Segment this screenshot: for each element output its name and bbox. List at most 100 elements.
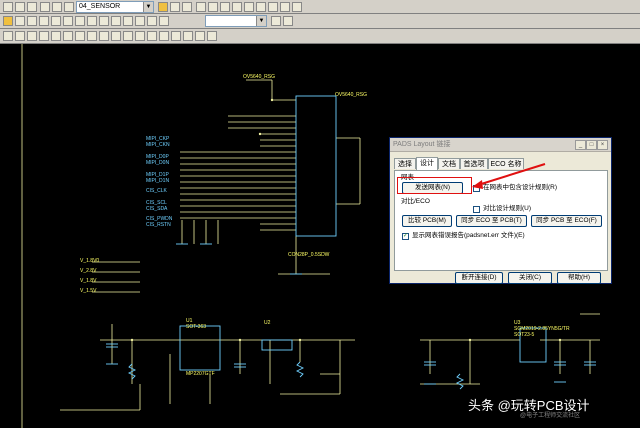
undo-icon[interactable] [170,2,180,12]
layer-combo[interactable]: 04_SENSOR ▼ [76,1,154,13]
tool-icon[interactable] [135,16,145,26]
sync-eco-to-pcb-button[interactable]: 同步 ECO 至 PCB(T) [456,215,527,227]
delete-icon[interactable] [111,16,121,26]
select-icon[interactable] [3,16,13,26]
cut-icon[interactable] [40,2,50,12]
filter-combo[interactable]: ▼ [205,15,267,27]
compare-pcb-button[interactable]: 比较 PCB(M) [402,215,452,227]
copy-icon[interactable] [52,2,62,12]
layer-combo-value: 04_SENSOR [79,3,121,10]
properties-icon[interactable] [123,16,133,26]
paste-icon[interactable] [64,2,74,12]
draw-icon[interactable] [3,31,13,41]
power-label: V_1.8V [80,278,97,284]
tab-eco-names[interactable]: ECO 名称 [488,158,524,169]
compare-group-label: 对比/ECO [401,198,430,205]
power-label: V_1.8V0 [80,258,100,264]
tool-icon[interactable] [256,2,266,12]
find-icon[interactable] [232,2,242,12]
main-toolbar: 04_SENSOR ▼ [0,0,640,14]
zoom-icon[interactable] [196,2,206,12]
tab-preferences[interactable]: 首选项 [460,158,488,169]
component-icon[interactable] [15,16,25,26]
net-label: MIPI_D1N [146,178,170,184]
watermark-sub: @电子工程师交流社区 [520,413,581,419]
tool-icon[interactable] [271,16,281,26]
tool-icon[interactable] [292,2,302,12]
edit-toolbar: ▼ [0,14,640,29]
draw-icon[interactable] [99,31,109,41]
tab-select[interactable]: 选择 [394,158,416,169]
draw-icon[interactable] [15,31,25,41]
include-rules-label: 在网表中包含设计规则(R) [483,184,558,191]
tab-design[interactable]: 设计 [416,157,438,170]
draw-icon[interactable] [159,31,169,41]
ref-label: CON28P_0.5SDW [288,252,330,258]
text-icon[interactable] [99,16,109,26]
tool-icon[interactable] [159,16,169,26]
move-icon[interactable] [27,16,37,26]
draw-icon[interactable] [27,31,37,41]
close-icon[interactable]: × [597,140,608,150]
net-label: CIS_RSTN [146,222,171,228]
net-label: CIS_CLK [146,188,167,194]
select-mode-icon[interactable] [158,2,168,12]
draw-icon[interactable] [75,31,85,41]
draw-icon[interactable] [183,31,193,41]
close-button[interactable]: 关闭(C) [508,272,552,284]
mirror-icon[interactable] [51,16,61,26]
show-errors-checkbox[interactable]: ✓ [402,233,409,240]
chevron-down-icon: ▼ [143,2,153,12]
include-rules-checkbox[interactable] [473,185,480,192]
tool-icon[interactable] [268,2,278,12]
print-icon[interactable] [27,2,37,12]
draw-icon[interactable] [195,31,205,41]
tool-icon[interactable] [280,2,290,12]
draw-icon[interactable] [135,31,145,41]
tab-document[interactable]: 文档 [438,158,460,169]
maximize-icon[interactable]: □ [586,140,597,150]
draw-icon[interactable] [51,31,61,41]
minimize-icon[interactable]: _ [575,140,586,150]
top-net-label: OV5640_RSG [243,74,275,80]
ref-label: SOT23-5 [514,332,535,338]
draw-icon[interactable] [171,31,181,41]
ref-label: U2 [264,320,271,326]
help-button[interactable]: 帮助(H) [557,272,601,284]
chevron-down-icon: ▼ [256,16,266,26]
draw-icon[interactable] [63,31,73,41]
help-icon[interactable] [244,2,254,12]
ref-label: SOT-363 [186,324,207,330]
draw-toolbar [0,29,640,44]
power-label: V_2.8V [80,268,97,274]
pads-layout-link-dialog: PADS Layout 链接 _ □ × 选择 设计 文档 首选项 ECO 名称… [389,137,612,284]
draw-icon[interactable] [111,31,121,41]
bus-icon[interactable] [75,16,85,26]
draw-icon[interactable] [207,31,217,41]
ref-label: OV5640_RSG [335,92,367,98]
wire-icon[interactable] [63,16,73,26]
tool-icon[interactable] [147,16,157,26]
netlabel-icon[interactable] [87,16,97,26]
disconnect-button[interactable]: 断开连接(D) [455,272,503,284]
draw-icon[interactable] [123,31,133,41]
show-errors-label: 显示网表错误报告(padsnet.err 文件)(E) [412,232,525,239]
net-label: MIPI_D0N [146,160,170,166]
net-label: MIPI_CKN [146,142,170,148]
draw-icon[interactable] [147,31,157,41]
rotate-icon[interactable] [39,16,49,26]
sync-pcb-to-eco-button[interactable]: 同步 PCB 至 ECO(F) [531,215,602,227]
redo-icon[interactable] [182,2,192,12]
refresh-icon[interactable] [220,2,230,12]
highlight-box [397,177,472,194]
open-file-icon[interactable] [3,2,13,12]
draw-icon[interactable] [39,31,49,41]
draw-icon[interactable] [87,31,97,41]
save-icon[interactable] [15,2,25,12]
power-label: V_1.5V [80,288,97,294]
tool-icon[interactable] [283,16,293,26]
compare-rules-label: 对比设计规则(U) [483,205,532,212]
compare-rules-checkbox[interactable] [473,206,480,213]
net-label: CIS_SDA [146,206,168,212]
pan-icon[interactable] [208,2,218,12]
